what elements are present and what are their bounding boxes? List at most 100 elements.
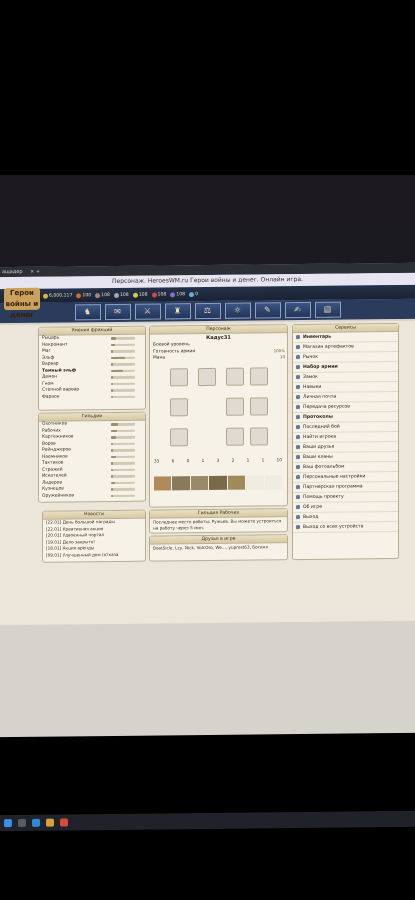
- service-label[interactable]: Найти игрока: [303, 435, 336, 440]
- army-slot[interactable]: [172, 476, 190, 491]
- service-label[interactable]: Передача ресурсов: [303, 405, 350, 410]
- service-icon: [296, 525, 300, 530]
- folder-icon[interactable]: [46, 818, 54, 827]
- service-label[interactable]: Выход со всех устройств: [303, 524, 364, 530]
- monitor-screen: ащадер × + Персонаж. HeroesWM.ru Герои в…: [0, 262, 415, 832]
- faction-label[interactable]: Маг: [42, 349, 51, 354]
- ring-slot[interactable]: [226, 367, 244, 386]
- resource-item: 0: [189, 292, 198, 297]
- nav-shop-icon[interactable]: ⚖: [194, 302, 221, 320]
- army-slot[interactable]: [227, 475, 246, 490]
- service-icon: [296, 365, 300, 370]
- army-slot[interactable]: [190, 475, 209, 491]
- factions-panel: Умения фракций Рыцарь Некромант Маг Эльф Вар…: [38, 325, 146, 411]
- service-label[interactable]: Набор армии: [303, 365, 338, 370]
- service-label[interactable]: Инвентарь: [303, 335, 331, 340]
- faction-label[interactable]: Демон: [42, 375, 57, 380]
- guild-label[interactable]: Лидеров: [42, 480, 62, 485]
- army-slot[interactable]: [154, 476, 172, 491]
- service-label[interactable]: Партнерская программа: [303, 484, 363, 490]
- faction-label[interactable]: Фараон: [42, 394, 60, 399]
- guild-progress: [111, 461, 135, 465]
- service-label[interactable]: Ваш фотоальбом: [303, 465, 344, 470]
- faction-progress: [111, 395, 135, 399]
- guild-label[interactable]: Стражей: [42, 467, 63, 472]
- guild-label[interactable]: Кузнецов: [42, 487, 64, 492]
- close-tab-icon[interactable]: × +: [30, 269, 40, 275]
- service-label[interactable]: Помощь проекту: [303, 495, 344, 500]
- faction-label[interactable]: Эльф: [42, 355, 54, 360]
- faction-progress: [111, 382, 135, 386]
- boots-slot[interactable]: [170, 428, 188, 447]
- faction-row[interactable]: Фараон: [39, 393, 145, 401]
- service-label[interactable]: Ваши друзья: [303, 445, 334, 450]
- faction-label[interactable]: Гном: [42, 381, 54, 386]
- army-slot[interactable]: [264, 475, 282, 490]
- faction-label[interactable]: Степной варвар: [42, 387, 79, 392]
- guilds-panel: Гильдии Охотников Рабочих Картежников Воров…: [38, 411, 146, 503]
- nav-character-icon[interactable]: ♞: [74, 304, 101, 321]
- faction-label[interactable]: Темный эльф: [42, 368, 76, 373]
- faction-label[interactable]: Варвар: [42, 362, 59, 367]
- game-logo[interactable]: Герои войны и денег: [4, 287, 40, 319]
- amulet-slot[interactable]: [198, 367, 216, 387]
- service-label[interactable]: Магазин артефактов: [303, 344, 354, 350]
- army-slot[interactable]: [209, 475, 227, 490]
- nav-clan-icon[interactable]: ☼: [224, 302, 251, 319]
- service-label[interactable]: Последний бой: [303, 425, 340, 430]
- weapon-slot[interactable]: [170, 398, 188, 417]
- helmet-slot[interactable]: [170, 368, 188, 387]
- guild-label[interactable]: Рабочих: [42, 428, 61, 433]
- search-icon[interactable]: [18, 818, 26, 827]
- guild-progress: [111, 468, 135, 472]
- service-label[interactable]: Персональные настройки: [303, 474, 365, 480]
- guild-label[interactable]: Картежников: [42, 434, 73, 439]
- service-link[interactable]: Выход со всех устройств: [293, 522, 398, 534]
- shield-slot[interactable]: [250, 397, 268, 416]
- nav-map-icon[interactable]: ✉: [104, 303, 131, 321]
- yandex-icon[interactable]: [60, 818, 68, 827]
- nav-tavern-icon[interactable]: ♜: [164, 303, 191, 320]
- browser-tab[interactable]: ащадер: [2, 269, 23, 275]
- edge-icon[interactable]: [32, 818, 40, 827]
- guild-label[interactable]: Оружейников: [42, 493, 74, 498]
- guild-label[interactable]: Рейнджеров: [42, 447, 71, 452]
- nav-forum-icon[interactable]: ✍: [284, 301, 311, 319]
- army-slot[interactable]: [246, 475, 264, 490]
- service-label[interactable]: Навыки: [303, 385, 321, 390]
- service-label[interactable]: Замок: [303, 375, 318, 380]
- guild-progress: [111, 455, 135, 459]
- nav-mail-icon[interactable]: ▤: [314, 301, 341, 318]
- resource-value: 100: [82, 292, 92, 298]
- service-icon: [296, 455, 300, 460]
- service-label[interactable]: Протоколы: [303, 415, 333, 420]
- nav-chat-icon[interactable]: ✎: [254, 302, 281, 319]
- resource-item: 108: [151, 292, 166, 298]
- service-icon: [296, 475, 300, 480]
- guild-label[interactable]: Охотников: [42, 421, 67, 426]
- faction-progress: [111, 369, 135, 373]
- guild-label[interactable]: Тактиков: [42, 461, 63, 466]
- faction-label[interactable]: Некромант: [42, 342, 68, 347]
- ring2-slot[interactable]: [226, 427, 244, 446]
- nav-battles-icon[interactable]: ⚔: [134, 303, 161, 320]
- guild-label[interactable]: Воров: [42, 441, 56, 446]
- guild-label[interactable]: Наемников: [42, 454, 68, 459]
- service-label[interactable]: Рынок: [303, 355, 318, 360]
- windows-start-icon[interactable]: [4, 819, 12, 828]
- guild-label[interactable]: Искателей: [42, 473, 67, 478]
- service-label[interactable]: Ваши кланы: [303, 455, 333, 460]
- service-label[interactable]: Личная почта: [303, 395, 336, 400]
- service-icon: [296, 495, 300, 500]
- character-panel: Персонаж Кадус31 Боевой уровень Готовност…: [149, 324, 365, 508]
- guild-row[interactable]: Оружейников: [39, 492, 145, 500]
- extra-slot[interactable]: [250, 427, 268, 446]
- armor-slot[interactable]: [226, 397, 244, 416]
- faction-label[interactable]: Рыцарь: [42, 336, 59, 341]
- service-label[interactable]: Об игре: [303, 505, 322, 510]
- friends-text[interactable]: BoatSicle, Lcy, Nick, VolcOro, We..., yu…: [150, 543, 287, 552]
- service-label[interactable]: Выход: [303, 515, 318, 520]
- news-item[interactable]: [09.01] Улучшенный дом (отказа: [43, 551, 145, 559]
- cloak-slot[interactable]: [250, 367, 268, 386]
- faction-progress: [111, 362, 135, 366]
